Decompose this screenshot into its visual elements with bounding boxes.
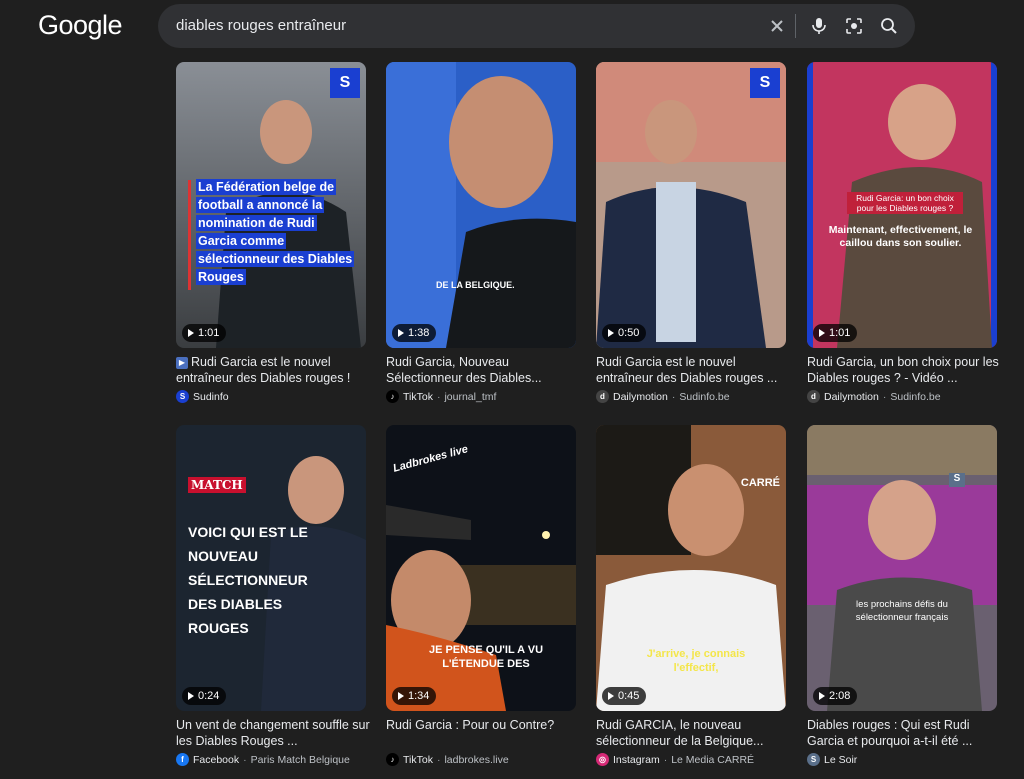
thumbnail-image	[386, 62, 576, 348]
microphone-icon[interactable]	[806, 13, 832, 39]
video-source[interactable]: S Le Soir	[807, 753, 1007, 766]
paris-match-logo: MATCH	[188, 477, 246, 493]
video-play-icon: ▶	[176, 356, 188, 369]
play-icon	[398, 329, 404, 337]
video-thumbnail[interactable]: CARRÉ J'arrive, je connais l'effectif, 0…	[596, 425, 786, 711]
play-icon	[398, 692, 404, 700]
tiktok-icon: ♪	[386, 753, 399, 766]
duration-badge: 1:38	[392, 324, 437, 342]
instagram-icon: ◎	[596, 753, 609, 766]
video-source[interactable]: ♪ TikTok · ladbrokes.live	[386, 753, 586, 766]
duration-badge: 1:01	[182, 324, 227, 342]
dailymotion-icon: d	[807, 390, 820, 403]
video-source[interactable]: ◎ Instagram · Le Media CARRÉ	[596, 753, 796, 766]
video-title[interactable]: Rudi Garcia est le nouvel entraîneur des…	[596, 354, 796, 386]
duration-badge: 1:01	[813, 324, 858, 342]
facebook-icon: f	[176, 753, 189, 766]
video-thumbnail[interactable]: S les prochains défis du sélectionneur f…	[807, 425, 997, 711]
search-divider	[795, 14, 796, 38]
play-icon	[608, 329, 614, 337]
play-icon	[188, 329, 194, 337]
video-title[interactable]: Rudi Garcia, un bon choix pour les Diabl…	[807, 354, 1007, 386]
video-title[interactable]: Rudi GARCIA, le nouveau sélectionneur de…	[596, 717, 796, 749]
camera-lens-icon[interactable]	[841, 13, 867, 39]
duration-badge: 0:50	[602, 324, 647, 342]
play-icon	[608, 692, 614, 700]
video-thumbnail[interactable]: Ladbrokes live JE PENSE QU'IL A VU L'ÉTE…	[386, 425, 576, 711]
google-logo[interactable]: Google	[38, 10, 123, 41]
sudinfo-badge: S	[330, 68, 360, 98]
play-icon	[819, 329, 825, 337]
video-source[interactable]: ♪ TikTok · journal_tmf	[386, 390, 586, 403]
play-icon	[819, 692, 825, 700]
thumbnail-overlay-text: La Fédération belge de football a annonc…	[196, 179, 355, 285]
video-title[interactable]: Un vent de changement souffle sur les Di…	[176, 717, 376, 749]
duration-badge: 0:45	[602, 687, 647, 705]
video-title[interactable]: ▶ Rudi Garcia est le nouvel entraîneur de…	[176, 354, 376, 386]
duration-badge: 1:34	[392, 687, 437, 705]
thumbnail-overlay-text: les prochains défis du sélectionneur fra…	[855, 599, 949, 623]
search-bar[interactable]	[158, 4, 915, 48]
carre-logo: CARRÉ	[740, 477, 780, 489]
video-thumbnail[interactable]: S La Fédération belge de football a anno…	[176, 62, 366, 348]
le-soir-badge: S	[949, 473, 965, 487]
thumbnail-overlay-text: J'arrive, je connais l'effectif,	[646, 648, 746, 674]
thumbnail-image	[807, 425, 997, 711]
thumbnail-overlay-text: VOICI QUI EST LE NOUVEAU SÉLECTIONNEUR D…	[188, 524, 308, 636]
sudinfo-icon: S	[176, 390, 189, 403]
video-thumbnail[interactable]: MATCH VOICI QUI EST LE NOUVEAU SÉLECTION…	[176, 425, 366, 711]
sudinfo-badge: S	[750, 68, 780, 98]
thumbnail-overlay-text: JE PENSE QU'IL A VU L'ÉTENDUE DES	[428, 644, 544, 670]
thumbnail-image	[596, 62, 786, 348]
thumbnail-overlay-text: Maintenant, effectivement, le caillou da…	[828, 224, 973, 249]
video-thumbnail[interactable]: DE LA BELGIQUE. 1:38	[386, 62, 576, 348]
video-title[interactable]: Rudi Garcia : Pour ou Contre?	[386, 717, 586, 733]
tiktok-icon: ♪	[386, 390, 399, 403]
le-soir-icon: S	[807, 753, 820, 766]
video-source[interactable]: d Dailymotion · Sudinfo.be	[596, 390, 796, 403]
video-source[interactable]: d Dailymotion · Sudinfo.be	[807, 390, 1007, 403]
video-thumbnail[interactable]: Rudi Garcia: un bon choix pour les Diabl…	[807, 62, 997, 348]
duration-badge: 0:24	[182, 687, 227, 705]
thumbnail-overlay-text: DE LA BELGIQUE.	[436, 280, 515, 290]
video-thumbnail[interactable]: S 0:50	[596, 62, 786, 348]
thumbnail-overlay-small: Rudi Garcia: un bon choix pour les Diabl…	[847, 192, 963, 214]
play-icon	[188, 692, 194, 700]
video-title[interactable]: Diables rouges : Qui est Rudi Garcia et …	[807, 717, 1007, 749]
search-input[interactable]	[176, 17, 736, 34]
video-source[interactable]: S Sudinfo	[176, 390, 376, 403]
close-icon[interactable]	[764, 13, 790, 39]
search-icon[interactable]	[876, 13, 902, 39]
dailymotion-icon: d	[596, 390, 609, 403]
video-title[interactable]: Rudi Garcia, Nouveau Sélectionneur des D…	[386, 354, 586, 386]
video-source[interactable]: f Facebook · Paris Match Belgique	[176, 753, 376, 766]
duration-badge: 2:08	[813, 687, 858, 705]
